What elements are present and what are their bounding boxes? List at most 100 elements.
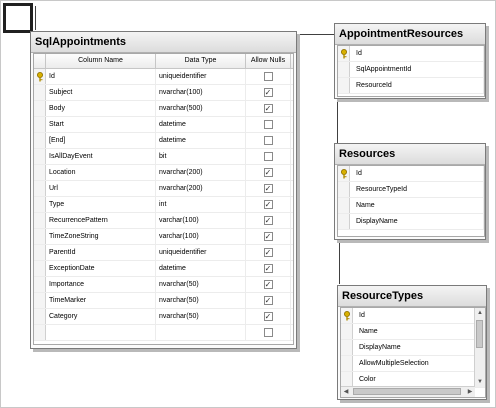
row-selector[interactable] [341,308,353,323]
row-selector[interactable] [338,182,350,197]
column-name-cell[interactable]: Name [350,198,484,213]
list-item[interactable]: Name [341,324,485,340]
column-name-cell[interactable]: Color [353,372,485,387]
row-selector[interactable] [34,101,46,116]
row-selector[interactable] [34,197,46,212]
checkbox-icon[interactable]: ✓ [263,312,273,321]
scroll-right-icon[interactable]: ▶ [465,387,475,397]
checkbox-icon[interactable] [263,72,273,81]
row-selector[interactable] [34,261,46,276]
row-selector[interactable] [338,198,350,213]
row-selector[interactable] [34,181,46,196]
table-row[interactable]: Start datetime [34,117,293,133]
column-name-cell[interactable]: ResourceId [350,78,484,93]
list-item[interactable]: Id [338,46,484,62]
list-item[interactable]: ResourceId [338,78,484,94]
row-selector[interactable] [34,293,46,308]
column-name-cell[interactable]: Category [46,309,156,324]
column-name-cell[interactable]: [End] [46,133,156,148]
data-type-cell[interactable]: uniqueidentifier [156,245,246,260]
column-name-cell[interactable]: ParentId [46,245,156,260]
checkbox-icon[interactable]: ✓ [263,184,273,193]
table-row[interactable]: IsAllDayEvent bit [34,149,293,165]
row-selector[interactable] [34,229,46,244]
checkbox-icon[interactable]: ✓ [263,88,273,97]
row-selector[interactable] [34,277,46,292]
table-row[interactable]: [End] datetime [34,133,293,149]
table-resourcetypes[interactable]: ResourceTypes Id Name DisplayName AllowMult… [337,285,487,400]
column-name-cell[interactable]: RecurrencePattern [46,213,156,228]
data-type-cell[interactable]: nvarchar(200) [156,165,246,180]
data-type-cell[interactable]: int [156,197,246,212]
column-name-cell[interactable]: Location [46,165,156,180]
list-item[interactable]: AllowMultipleSelection [341,356,485,372]
column-name-cell[interactable]: ExceptionDate [46,261,156,276]
row-selector[interactable] [338,166,350,181]
list-item[interactable]: DisplayName [341,340,485,356]
column-name-cell[interactable]: Id [350,166,484,181]
checkbox-icon[interactable]: ✓ [263,200,273,209]
checkbox-icon[interactable] [263,152,273,161]
column-name-cell[interactable]: Name [353,324,485,339]
table-appointmentresources[interactable]: AppointmentResources Id SqlAppointmentId R… [334,23,486,99]
data-type-cell[interactable]: nvarchar(100) [156,85,246,100]
column-name-cell[interactable]: Id [353,308,485,323]
data-type-cell[interactable]: nvarchar(50) [156,277,246,292]
checkbox-icon[interactable] [263,120,273,129]
data-type-cell[interactable]: nvarchar(50) [156,293,246,308]
column-name-cell[interactable]: Subject [46,85,156,100]
row-selector[interactable] [34,149,46,164]
row-selector[interactable] [34,117,46,132]
scroll-down-icon[interactable]: ▼ [475,377,485,387]
checkbox-icon[interactable] [263,328,273,337]
column-name-cell[interactable]: Url [46,181,156,196]
table-resources[interactable]: Resources Id ResourceTypeId Name DisplayNam… [334,143,486,240]
list-item[interactable]: SqlAppointmentId [338,62,484,78]
list-item[interactable]: Name [338,198,484,214]
row-selector[interactable] [341,340,353,355]
checkbox-icon[interactable]: ✓ [263,104,273,113]
data-type-cell[interactable] [156,325,246,340]
data-type-cell[interactable]: uniqueidentifier [156,69,246,84]
checkbox-icon[interactable]: ✓ [263,296,273,305]
data-type-cell[interactable]: datetime [156,261,246,276]
data-type-cell[interactable]: bit [156,149,246,164]
row-selector[interactable] [338,62,350,77]
column-name-cell[interactable]: AllowMultipleSelection [353,356,485,371]
table-sqlappointments[interactable]: SqlAppointments Column Name Data Type Al… [30,31,297,349]
horizontal-scrollbar[interactable]: ◀ ▶ [341,386,475,397]
table-row[interactable]: TimeMarker nvarchar(50) ✓ [34,293,293,309]
list-item[interactable]: ResourceTypeId [338,182,484,198]
row-selector[interactable] [341,324,353,339]
scroll-thumb[interactable] [476,320,483,348]
checkbox-icon[interactable] [263,136,273,145]
table-row[interactable]: Type int ✓ [34,197,293,213]
row-selector[interactable] [34,309,46,324]
data-type-cell[interactable]: varchar(100) [156,213,246,228]
row-selector[interactable] [34,213,46,228]
table-row[interactable]: RecurrencePattern varchar(100) ✓ [34,213,293,229]
row-selector[interactable] [34,85,46,100]
column-name-cell[interactable]: TimeMarker [46,293,156,308]
checkbox-icon[interactable]: ✓ [263,248,273,257]
list-item[interactable]: Id [341,308,485,324]
data-type-cell[interactable]: nvarchar(200) [156,181,246,196]
checkbox-icon[interactable]: ✓ [263,264,273,273]
column-name-cell[interactable]: Body [46,101,156,116]
column-name-cell[interactable]: Type [46,197,156,212]
table-row[interactable]: Url nvarchar(200) ✓ [34,181,293,197]
vertical-scrollbar[interactable]: ▲ ▼ [474,308,485,387]
checkbox-icon[interactable]: ✓ [263,232,273,241]
selection-handle[interactable] [3,3,33,33]
row-selector[interactable] [338,214,350,229]
row-selector[interactable] [34,133,46,148]
column-name-cell[interactable]: DisplayName [350,214,484,229]
column-name-cell[interactable]: Importance [46,277,156,292]
column-name-cell[interactable]: SqlAppointmentId [350,62,484,77]
row-selector[interactable] [338,78,350,93]
table-row[interactable]: Id uniqueidentifier [34,69,293,85]
table-row[interactable]: TimeZoneString varchar(100) ✓ [34,229,293,245]
table-row[interactable]: Importance nvarchar(50) ✓ [34,277,293,293]
column-name-cell[interactable]: Id [46,69,156,84]
row-selector[interactable] [34,325,46,340]
